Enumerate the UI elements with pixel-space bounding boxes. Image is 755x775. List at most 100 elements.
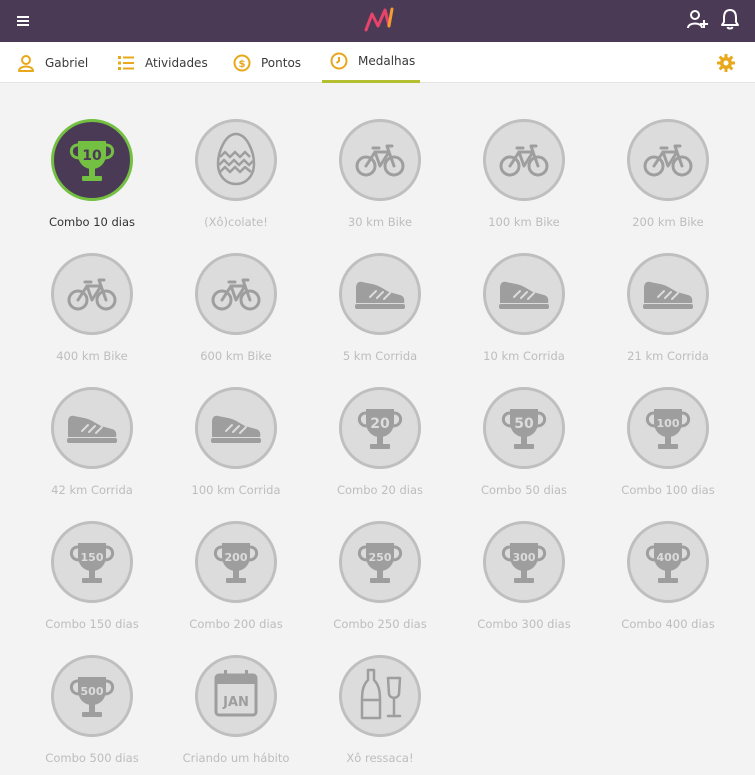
- medal-item[interactable]: 200 km Bike: [596, 119, 740, 253]
- bell-icon[interactable]: [720, 8, 740, 30]
- tab-label: Medalhas: [358, 54, 416, 68]
- medal-label: Combo 400 dias: [621, 617, 715, 631]
- trophy-icon: 20: [357, 409, 403, 449]
- medal-badge: 150: [51, 521, 133, 603]
- medal-badge: [627, 253, 709, 335]
- tab-label: Pontos: [261, 55, 302, 70]
- tab-pontos[interactable]: $ Pontos: [233, 42, 301, 83]
- medal-item[interactable]: 5 km Corrida: [308, 253, 452, 387]
- medal-label: 10 km Corrida: [483, 349, 565, 363]
- medal-item[interactable]: 20 Combo 20 dias: [308, 387, 452, 521]
- medal-label: Combo 150 dias: [45, 617, 139, 631]
- trophy-icon: 150: [69, 543, 115, 583]
- add-user-icon[interactable]: [686, 8, 708, 30]
- medal-item[interactable]: 250 Combo 250 dias: [308, 521, 452, 655]
- svg-text:50: 50: [514, 416, 534, 432]
- medal-label: 600 km Bike: [200, 349, 272, 363]
- svg-text:300: 300: [513, 551, 536, 564]
- trophy-icon: 200: [213, 543, 259, 583]
- medal-item[interactable]: 10 Combo 10 dias: [20, 119, 164, 253]
- medal-item[interactable]: 100 km Bike: [452, 119, 596, 253]
- trophy-icon: 300: [501, 543, 547, 583]
- medal-label: Combo 100 dias: [621, 483, 715, 497]
- medal-item[interactable]: Xô ressaca!: [308, 655, 452, 775]
- trophy-icon: 100: [645, 409, 691, 449]
- medal-badge: [483, 119, 565, 201]
- tab-gabriel[interactable]: Gabriel: [17, 42, 88, 83]
- medal-label: 42 km Corrida: [51, 483, 133, 497]
- tab-atividades[interactable]: Atividades: [117, 42, 208, 83]
- medal-label: Combo 50 dias: [480, 483, 568, 497]
- svg-text:400: 400: [657, 551, 680, 564]
- medal-badge: 200: [195, 521, 277, 603]
- shoe-icon: [643, 281, 693, 309]
- medal-item[interactable]: JAN Criando um hábito: [164, 655, 308, 775]
- medal-label: 100 km Corrida: [191, 483, 281, 497]
- medal-badge: [627, 119, 709, 201]
- medal-item[interactable]: 200 Combo 200 dias: [164, 521, 308, 655]
- list-icon: [118, 55, 134, 70]
- svg-text:JAN: JAN: [222, 695, 249, 710]
- user-icon: [18, 54, 34, 72]
- medal-label: Criando um hábito: [182, 751, 290, 765]
- bike-icon: [67, 278, 117, 311]
- medal-badge: [195, 253, 277, 335]
- medal-item[interactable]: 21 km Corrida: [596, 253, 740, 387]
- medal-badge: 100: [627, 387, 709, 469]
- medal-item[interactable]: 300 Combo 300 dias: [452, 521, 596, 655]
- medal-item[interactable]: 50 Combo 50 dias: [452, 387, 596, 521]
- medal-label: Combo 20 dias: [336, 483, 424, 497]
- medal-badge: JAN: [195, 655, 277, 737]
- top-bar: [0, 0, 755, 42]
- medal-item[interactable]: 100 km Corrida: [164, 387, 308, 521]
- medal-item[interactable]: (Xô)colate!: [164, 119, 308, 253]
- gear-icon[interactable]: [716, 53, 736, 73]
- svg-text:$: $: [239, 59, 246, 70]
- medal-label: 200 km Bike: [632, 215, 704, 229]
- medal-badge: 400: [627, 521, 709, 603]
- medal-badge: 250: [339, 521, 421, 603]
- svg-text:150: 150: [81, 551, 104, 564]
- medal-item[interactable]: 10 km Corrida: [452, 253, 596, 387]
- medal-item[interactable]: 500 Combo 500 dias: [20, 655, 164, 775]
- trophy-icon: 400: [645, 543, 691, 583]
- shoe-icon: [499, 281, 549, 309]
- bike-icon: [499, 144, 549, 177]
- tab-medalhas[interactable]: Medalhas: [322, 42, 420, 83]
- medal-badge: [339, 655, 421, 737]
- medal-item[interactable]: 400 Combo 400 dias: [596, 521, 740, 655]
- tab-label: Gabriel: [45, 55, 89, 70]
- medal-badge: [51, 387, 133, 469]
- medal-badge: 50: [483, 387, 565, 469]
- menu-icon[interactable]: [12, 11, 34, 31]
- medal-label: Combo 500 dias: [45, 751, 139, 765]
- egg-icon: [216, 132, 256, 186]
- medal-label: 30 km Bike: [347, 215, 413, 229]
- tab-label: Atividades: [145, 55, 208, 70]
- medal-item[interactable]: 150 Combo 150 dias: [20, 521, 164, 655]
- shoe-icon: [67, 415, 117, 443]
- svg-text:250: 250: [369, 551, 392, 564]
- tab-bar: Gabriel Atividades $ Pontos Medalhas: [0, 42, 755, 83]
- trophy-icon: 500: [69, 677, 115, 717]
- medal-label: Combo 200 dias: [189, 617, 283, 631]
- coin-icon: $: [233, 54, 251, 71]
- app-logo[interactable]: [362, 4, 398, 34]
- medal-badge: [339, 119, 421, 201]
- medal-badge: [51, 253, 133, 335]
- medal-item[interactable]: 42 km Corrida: [20, 387, 164, 521]
- svg-text:20: 20: [370, 416, 390, 432]
- bike-icon: [643, 144, 693, 177]
- medal-item[interactable]: 400 km Bike: [20, 253, 164, 387]
- medal-item[interactable]: 30 km Bike: [308, 119, 452, 253]
- bike-icon: [211, 278, 261, 311]
- medal-label: 5 km Corrida: [342, 349, 418, 363]
- medal-item[interactable]: 100 Combo 100 dias: [596, 387, 740, 521]
- medal-label: 400 km Bike: [56, 349, 128, 363]
- medal-badge: 10: [51, 119, 133, 201]
- medal-badge: 300: [483, 521, 565, 603]
- medal-badge: [195, 119, 277, 201]
- medal-item[interactable]: 600 km Bike: [164, 253, 308, 387]
- medal-badge: [483, 253, 565, 335]
- svg-text:100: 100: [657, 417, 680, 430]
